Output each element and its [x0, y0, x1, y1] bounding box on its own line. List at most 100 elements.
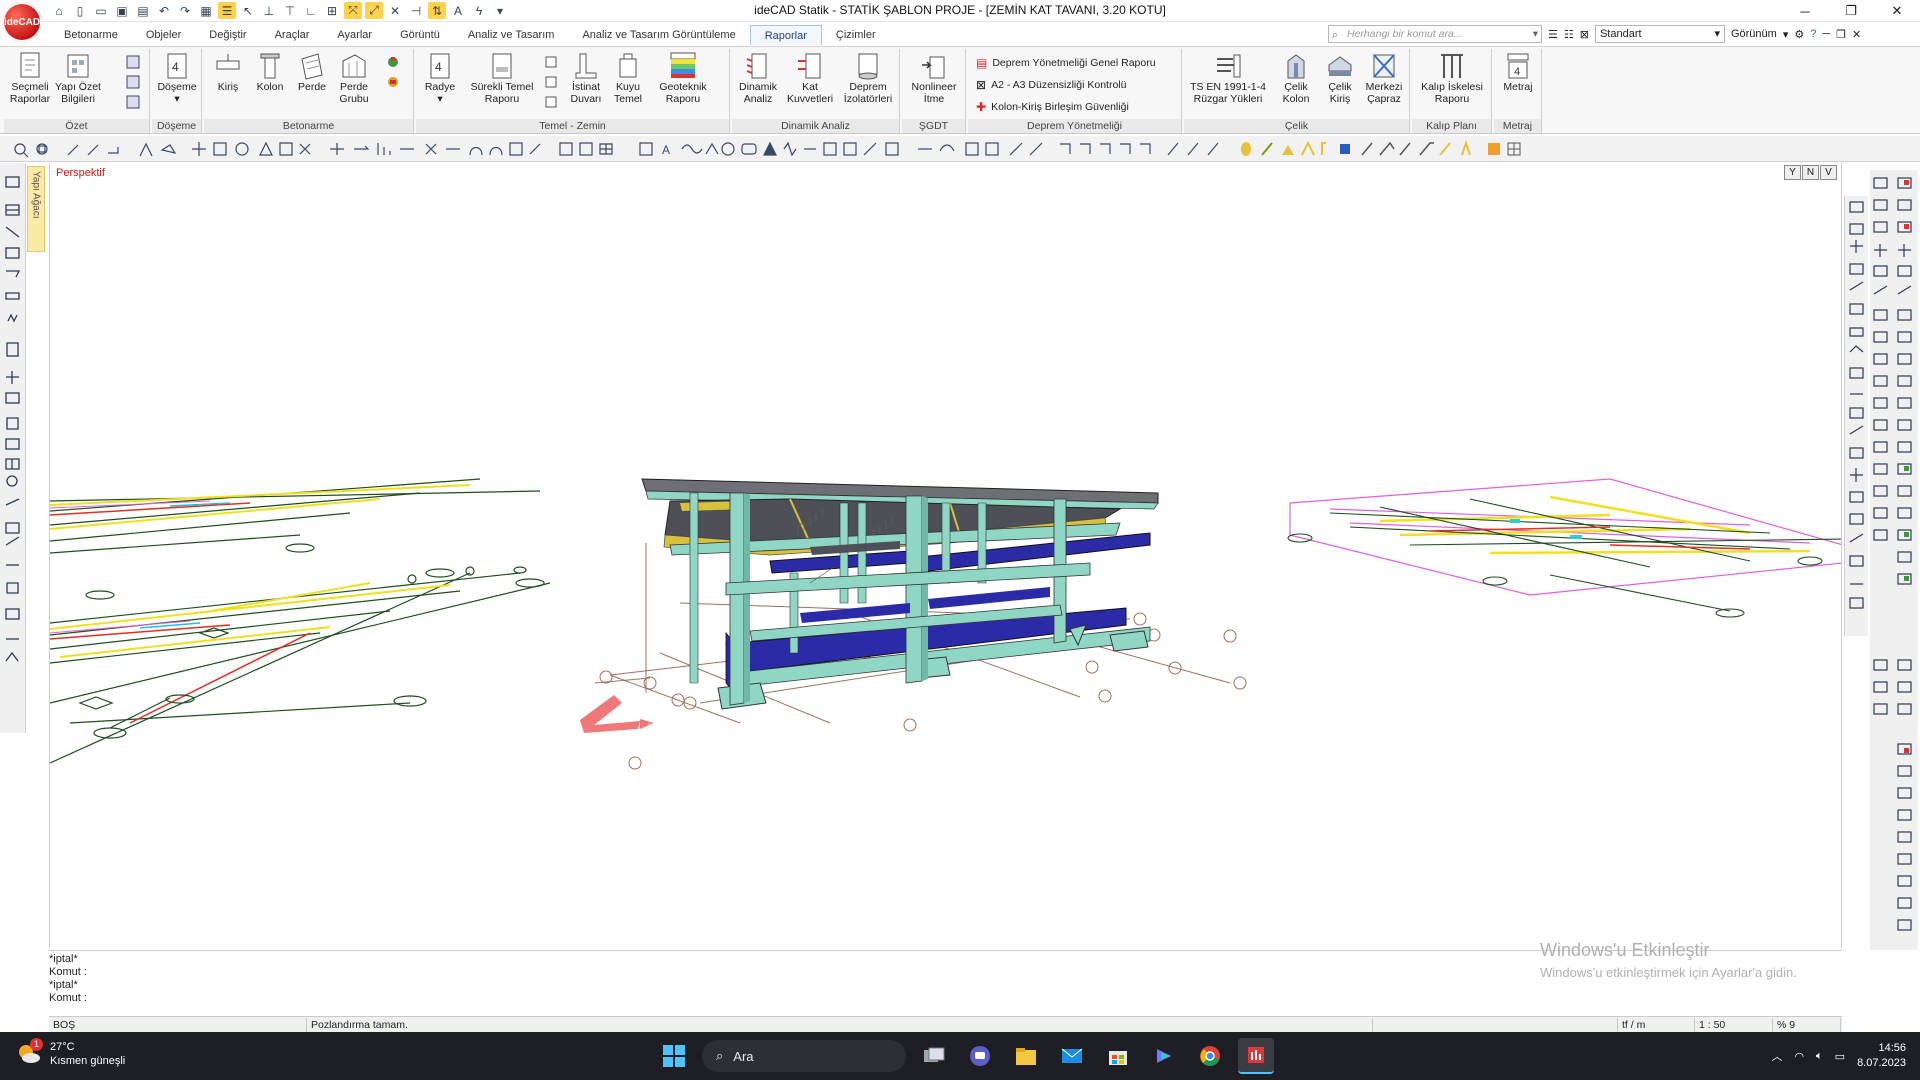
volume-icon[interactable]: 🔈︎	[1816, 1050, 1823, 1063]
layers-icon[interactable]: ☰	[218, 2, 236, 19]
text-style-icon[interactable]: A	[449, 2, 467, 19]
help-icon[interactable]: ?	[1810, 28, 1816, 40]
perpendicular-icon[interactable]: ⊣	[407, 2, 425, 19]
left-tools-strip[interactable]	[0, 163, 26, 733]
wifi-icon[interactable]: ◠	[1794, 1050, 1804, 1063]
file-explorer-icon[interactable]	[1008, 1038, 1044, 1074]
taskbar-search[interactable]: ⌕ Ara	[702, 1040, 906, 1072]
open-folder-icon[interactable]: ▭	[92, 2, 110, 19]
radye-button[interactable]: 4 Radye ▾	[418, 51, 462, 105]
copilot-icon[interactable]	[1146, 1038, 1182, 1074]
tab-ayarlar[interactable]: Ayarlar	[323, 25, 386, 45]
kiris-button[interactable]: Kiriş	[206, 51, 250, 93]
view-menu[interactable]: Görünüm	[1731, 28, 1777, 40]
tab-betonarme[interactable]: Betonarme	[50, 25, 132, 45]
ribbon-minimize-icon[interactable]: ─	[1822, 28, 1830, 40]
mail-icon[interactable]	[1054, 1038, 1090, 1074]
ribbon-close-icon[interactable]: ✕	[1852, 28, 1861, 41]
nonlineer-itme-button[interactable]: Nonlineer İtme	[908, 51, 960, 105]
close-button[interactable]: ✕	[1874, 0, 1920, 22]
footing-small-3-icon[interactable]	[542, 93, 560, 111]
snap-icon[interactable]: ⊥	[260, 2, 278, 19]
perde-grubu-button[interactable]: Perde Grubu	[332, 51, 376, 105]
kolon-button[interactable]: Kolon	[248, 51, 292, 93]
merkezi-capraz-button[interactable]: Merkezi Çapraz	[1362, 51, 1406, 105]
print-icon[interactable]: ▦	[197, 2, 215, 19]
app-logo[interactable]: ideCAD	[2, 2, 42, 42]
weather-widget[interactable]: 1 27°C Kısmen güneşli	[14, 1038, 125, 1068]
ortho-icon[interactable]: ∟	[302, 2, 320, 19]
tab-analiz-goruntuleme[interactable]: Analiz ve Tasarım Görüntüleme	[568, 25, 749, 45]
layer-manager-icon[interactable]: ☰	[1548, 28, 1558, 41]
minimize-button[interactable]: ─	[1782, 0, 1828, 22]
midpoint-snap-icon[interactable]: ⤢	[365, 2, 383, 19]
pointer-icon[interactable]: ↖	[239, 2, 257, 19]
report-small-2-icon[interactable]	[124, 73, 142, 91]
celik-kiris-button[interactable]: Çelik Kiriş	[1318, 51, 1362, 105]
command-search-input[interactable]: ⌕ Herhangi bir komut ara... ▾	[1328, 25, 1542, 43]
tab-goruntu[interactable]: Görüntü	[386, 25, 454, 45]
home-icon[interactable]: ⌂	[50, 2, 68, 19]
start-button[interactable]	[656, 1038, 692, 1074]
new-file-icon[interactable]: ▯	[71, 2, 89, 19]
status-unit[interactable]: tf / m	[1617, 1018, 1695, 1032]
grid-snap-icon[interactable]: ⊤	[281, 2, 299, 19]
customize-qat-icon[interactable]: ▾	[491, 2, 509, 19]
chrome-icon[interactable]	[1192, 1038, 1228, 1074]
deprem-izolatorleri-button[interactable]: Deprem İzolatörleri	[840, 51, 896, 105]
chevron-down-icon[interactable]: ▾	[1533, 26, 1538, 42]
lightning-icon[interactable]: ϟ	[470, 2, 488, 19]
right-tools-strip-2[interactable]	[1870, 170, 1918, 950]
task-view-icon[interactable]	[916, 1038, 952, 1074]
report-small-3-icon[interactable]	[124, 93, 142, 111]
idecad-taskbar-icon[interactable]	[1238, 1038, 1274, 1074]
style-icon[interactable]: ⊠	[1580, 28, 1589, 41]
yapi-ozet-button[interactable]: Yapı Özet Bilgileri	[55, 51, 101, 105]
redo-icon[interactable]: ↷	[176, 2, 194, 19]
metraj-button[interactable]: 4 Metraj	[1496, 51, 1540, 93]
kolon-kiris-birlesim-button[interactable]: ✚ Kolon-Kiriş Birleşim Güvenliği	[976, 97, 1129, 116]
undo-icon[interactable]: ↶	[155, 2, 173, 19]
store-icon[interactable]	[1100, 1038, 1136, 1074]
footing-small-2-icon[interactable]	[542, 73, 560, 91]
battery-icon[interactable]: ▭	[1835, 1050, 1845, 1063]
perspective-viewport[interactable]: Perspektif Y N V x	[49, 163, 1842, 948]
kat-kuvvetleri-button[interactable]: Kat Kuvvetleri	[787, 51, 833, 105]
tab-objeler[interactable]: Objeler	[132, 25, 195, 45]
celik-kolon-button[interactable]: Çelik Kolon	[1274, 51, 1318, 105]
footing-small-1-icon[interactable]	[542, 53, 560, 71]
kuyu-temel-button[interactable]: Kuyu Temel	[606, 51, 650, 105]
command-prompt[interactable]: Komut :	[49, 992, 1842, 1005]
yapi-agaci-tab[interactable]: Yapı Ağacı	[27, 166, 45, 252]
save-all-icon[interactable]: ▤	[134, 2, 152, 19]
connection-report-icon[interactable]	[384, 53, 402, 71]
ribbon-restore-icon[interactable]: ❐	[1836, 28, 1846, 41]
status-zoom[interactable]: % 9	[1773, 1018, 1841, 1032]
style-select[interactable]: Standart ▾	[1594, 25, 1725, 43]
layer-filter-icon[interactable]: ☷	[1564, 28, 1574, 41]
tab-cizimler[interactable]: Çizimler	[822, 25, 890, 45]
ruzgar-yukleri-button[interactable]: TS EN 1991-1-4 Rüzgar Yükleri	[1188, 51, 1268, 105]
tab-araclar[interactable]: Araçlar	[261, 25, 324, 45]
drawing-tools-strip[interactable]: A	[0, 136, 1560, 162]
report-small-1-icon[interactable]	[124, 53, 142, 71]
intersection-snap-icon[interactable]: ✕	[386, 2, 404, 19]
chevron-up-icon[interactable]: ︿	[1771, 1048, 1782, 1064]
clock[interactable]: 14:56 8.07.2023	[1857, 1041, 1906, 1071]
object-snap-icon[interactable]: ⊞	[323, 2, 341, 19]
settings-icon[interactable]: ⚙	[1794, 28, 1804, 41]
endpoint-snap-icon[interactable]: ⤧	[344, 2, 362, 19]
model-3d-canvas[interactable]: x	[50, 163, 1842, 948]
doseme-button[interactable]: 4 Döşeme ▾	[155, 51, 199, 105]
deprem-genel-raporu-button[interactable]: ▤ Deprem Yönetmeliği Genel Raporu	[976, 53, 1156, 72]
dinamik-analiz-button[interactable]: Dinamik Analiz	[736, 51, 780, 105]
status-scale[interactable]: 1 : 50	[1695, 1018, 1773, 1032]
reinforcement-report-icon[interactable]	[384, 73, 402, 91]
elevation-icon[interactable]: ⇅	[428, 2, 446, 19]
save-icon[interactable]: ▣	[113, 2, 131, 19]
chevron-down-icon[interactable]: ▾	[1783, 28, 1789, 41]
istinat-duvari-button[interactable]: İstinat Duvarı	[564, 51, 608, 105]
perde-button[interactable]: Perde	[290, 51, 334, 93]
kalip-iskelesi-button[interactable]: Kalıp İskelesi Raporu	[1416, 51, 1488, 105]
surekli-temel-button[interactable]: Sürekli Temel Raporu	[470, 51, 534, 105]
